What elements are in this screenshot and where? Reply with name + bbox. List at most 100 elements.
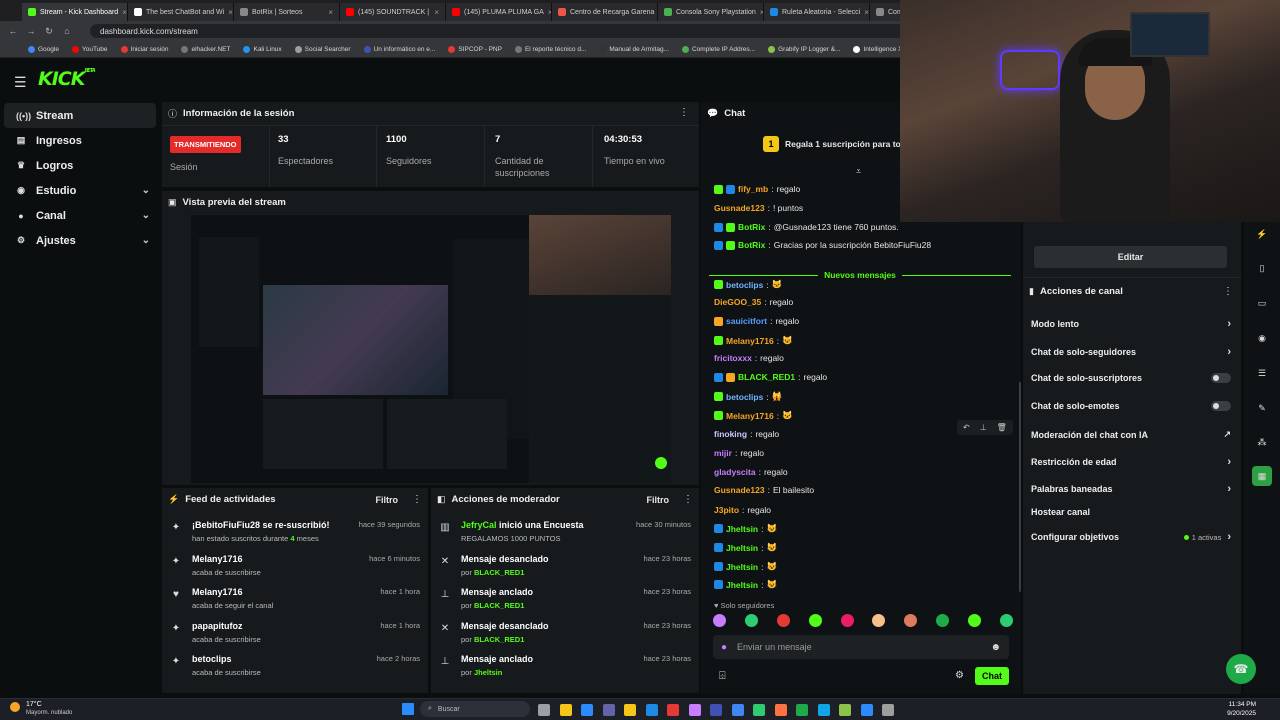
taskbar-app-icon[interactable] (559, 704, 572, 716)
taskbar-app-icon[interactable] (688, 704, 701, 716)
toggle-switch[interactable] (1211, 401, 1231, 411)
trash-icon[interactable]: 🗑 (997, 423, 1007, 432)
activity-row[interactable]: ✦ betoclips acaba de suscribirse hace 2 hor… (170, 654, 420, 684)
browser-tab[interactable]: BotRix | Sorteos × (234, 3, 340, 21)
browser-tab[interactable]: (145) PLUMA PLUMA GA × (446, 3, 552, 21)
sidebar-item-logros[interactable]: ♛ Logros (4, 153, 156, 178)
bookmark[interactable]: Intelligence X (853, 45, 903, 53)
bookmark[interactable]: SIPCOP - PNP (448, 45, 502, 53)
reload-icon[interactable]: ↻ (44, 26, 54, 37)
chevron-down-icon[interactable]: ⩡ (856, 166, 861, 177)
browser-tab[interactable]: Consola Sony Playstation × (658, 3, 764, 21)
channel-action-chat-de-solo-seguidores[interactable]: Chat de solo-seguidores › (1031, 346, 1231, 358)
emote-icon[interactable] (713, 614, 726, 627)
browser-tab[interactable]: Stream - Kick Dashboard × (22, 3, 128, 21)
chat-username[interactable]: Gusnade123 (714, 485, 765, 495)
emote-picker-icon[interactable]: ● (721, 642, 727, 653)
nodes-icon[interactable]: ⁂ (1252, 432, 1272, 452)
back-icon[interactable]: ← (8, 26, 18, 36)
chevron-down-icon[interactable]: ⌄ (142, 185, 150, 196)
bookmark[interactable]: Grabify IP Logger &... (768, 45, 840, 53)
forward-icon[interactable]: → (26, 26, 36, 36)
taskbar-app-icon[interactable] (860, 704, 873, 716)
mod-filter-button[interactable]: Filtro (647, 495, 670, 505)
chat-message[interactable]: BotRix: Gracias por la suscripción Bebito… (714, 240, 931, 250)
taskbar-app-icon[interactable] (710, 704, 722, 716)
chat-message[interactable]: sauicitfort: regalo (714, 316, 799, 326)
taskbar-app-icon[interactable] (538, 704, 550, 716)
chat-username[interactable]: Jheltsin (726, 524, 758, 534)
chat-message[interactable]: BotRix: @Gusnade123 tiene 760 puntos. (714, 222, 899, 232)
bookmark[interactable]: elhacker.NET (181, 45, 230, 53)
emote-icon[interactable] (968, 614, 981, 627)
chat-username[interactable]: fify_mb (738, 184, 768, 194)
chat-message[interactable]: mijir: regalo (714, 448, 764, 458)
bookmark[interactable]: Google (28, 45, 59, 53)
channel-action-restricci-n-de-edad[interactable]: Restricción de edad › (1031, 456, 1231, 468)
settings-icon[interactable]: ⚙ (955, 670, 964, 681)
chat-username[interactable]: mijir (714, 448, 732, 458)
activity-filter-button[interactable]: Filtro (376, 495, 399, 505)
chat-message[interactable]: gladyscita: regalo (714, 467, 788, 477)
taskbar-app-icon[interactable] (753, 704, 765, 716)
chat-username[interactable]: Jheltsin (726, 543, 758, 553)
mod-action-row[interactable]: ⊥ Mensaje anclado por Jheltsin hace 23 hora… (439, 654, 691, 684)
taskbar-app-icon[interactable] (581, 704, 593, 716)
plugin-icon[interactable]: ▦ (1252, 466, 1272, 486)
help-chat-icon[interactable]: ☎ (1226, 654, 1256, 684)
channel-action-chat-de-solo-emotes[interactable]: Chat de solo-emotes (1031, 401, 1231, 411)
bookmark[interactable]: Kali Linux (243, 45, 282, 53)
chevron-down-icon[interactable]: ⌄ (142, 210, 150, 221)
edit-button[interactable]: Editar (1034, 246, 1227, 268)
more-options-icon[interactable]: ⋮ (679, 107, 689, 118)
taskbar-app-icon[interactable] (839, 704, 851, 716)
sidebar-item-stream[interactable]: ((•)) Stream (4, 103, 156, 128)
close-icon[interactable]: × (122, 8, 127, 17)
sidebar-item-ingresos[interactable]: ▤ Ingresos (4, 128, 156, 153)
url-field[interactable]: dashboard.kick.com/stream (90, 24, 920, 38)
taskbar-app-icon[interactable] (796, 704, 808, 716)
menu-icon[interactable]: ☰ (14, 74, 27, 91)
chat-message[interactable]: J3pito: regalo (714, 505, 771, 515)
taskbar-app-icon[interactable] (774, 704, 787, 716)
taskbar-app-icon[interactable] (645, 704, 658, 716)
reply-icon[interactable]: ↶ (963, 423, 970, 432)
close-icon[interactable]: × (228, 8, 233, 17)
send-chat-button[interactable]: Chat (975, 667, 1009, 685)
browser-tab[interactable]: Ruleta Aleatoria - Selecci × (764, 3, 870, 21)
chat-message[interactable]: fricitoxxx: regalo (714, 353, 784, 363)
channel-action-modo-lento[interactable]: Modo lento › (1031, 318, 1231, 330)
chat-username[interactable]: sauicitfort (726, 316, 767, 326)
chat-username[interactable]: betoclips (726, 392, 763, 402)
more-options-icon[interactable]: ⋮ (1223, 286, 1233, 297)
smile-icon[interactable]: ☻ (990, 642, 1001, 653)
activity-row[interactable]: ✦ Melany1716 acaba de suscribirse hace 6 mi… (170, 554, 420, 584)
mod-action-row[interactable]: ✕ Mensaje desanclado por BLACK_RED1 hace 23… (439, 621, 691, 651)
chat-scrollbar[interactable] (1019, 382, 1021, 592)
chat-message[interactable]: betoclips: 🐱 (714, 279, 782, 290)
chat-username[interactable]: BotRix (738, 222, 765, 232)
mod-action-row[interactable]: ⊥ Mensaje anclado por BLACK_RED1 hace 23 ho… (439, 587, 691, 617)
chat-message[interactable]: Gusnade123: El bailesito (714, 485, 814, 495)
taskbar-app-icon[interactable] (731, 704, 744, 716)
taskbar-app-icon[interactable] (817, 704, 830, 716)
gift-icon[interactable]: ⌹ (719, 670, 726, 683)
chat-input[interactable]: ● Enviar un mensaje ☻ (713, 635, 1009, 659)
emote-icon[interactable] (840, 614, 854, 627)
emote-icon[interactable] (999, 614, 1013, 627)
mod-action-row[interactable]: ▥ JefryCal inició una Encuesta REGALAMOS 1… (439, 520, 691, 550)
chat-username[interactable]: Jheltsin (726, 580, 758, 590)
kick-logo[interactable]: KICKBETA (38, 68, 96, 90)
chat-message[interactable]: DieGOO_35: regalo (714, 297, 793, 307)
chat-username[interactable]: DieGOO_35 (714, 297, 761, 307)
chat-username[interactable]: Melany1716 (726, 411, 774, 421)
sidebar-item-estudio[interactable]: ◉ Estudio ⌄ (4, 178, 156, 203)
emote-icon[interactable] (744, 614, 758, 627)
chat-message[interactable]: Jheltsin: 😺 (714, 561, 777, 572)
chat-message[interactable]: Jheltsin: 😺 (714, 579, 777, 590)
bookmark[interactable]: Manual de Armitag... (599, 45, 669, 53)
chat-username[interactable]: finoking (714, 429, 747, 439)
lightning-icon[interactable]: ⚡ (1252, 224, 1272, 244)
taskbar-app-icon[interactable] (667, 704, 679, 716)
taskbar-app-icon[interactable] (602, 704, 615, 716)
